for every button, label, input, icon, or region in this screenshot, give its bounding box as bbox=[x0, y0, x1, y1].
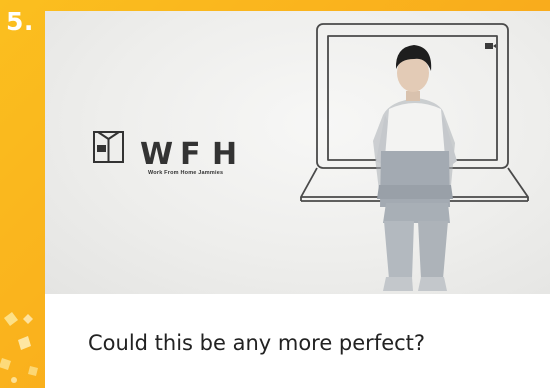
article-card: W F H Work From Home Jammies Could this … bbox=[45, 11, 550, 388]
confetti-piece bbox=[28, 366, 38, 376]
wfh-letter: W bbox=[140, 137, 173, 172]
wfh-tagline: Work From Home Jammies bbox=[148, 170, 224, 176]
confetti-decoration bbox=[0, 312, 38, 383]
caption-text: Could this be any more perfect? bbox=[88, 331, 426, 355]
confetti-piece bbox=[18, 336, 31, 350]
caption-area: Could this be any more perfect? bbox=[45, 294, 550, 388]
product-photo: W F H Work From Home Jammies bbox=[45, 11, 550, 294]
confetti-dot bbox=[11, 377, 17, 383]
wfh-logo: W F H bbox=[93, 131, 237, 172]
photo-scene: W F H bbox=[93, 23, 529, 291]
video-camera-icon bbox=[485, 43, 496, 49]
confetti-piece bbox=[23, 314, 33, 324]
item-number: 5. bbox=[6, 7, 34, 36]
confetti-piece bbox=[4, 312, 18, 326]
confetti-piece bbox=[0, 358, 11, 370]
folded-shirt-icon bbox=[93, 131, 124, 163]
person-figure bbox=[373, 45, 457, 291]
wfh-letter: F bbox=[180, 137, 201, 172]
wfh-letter: H bbox=[212, 137, 237, 172]
